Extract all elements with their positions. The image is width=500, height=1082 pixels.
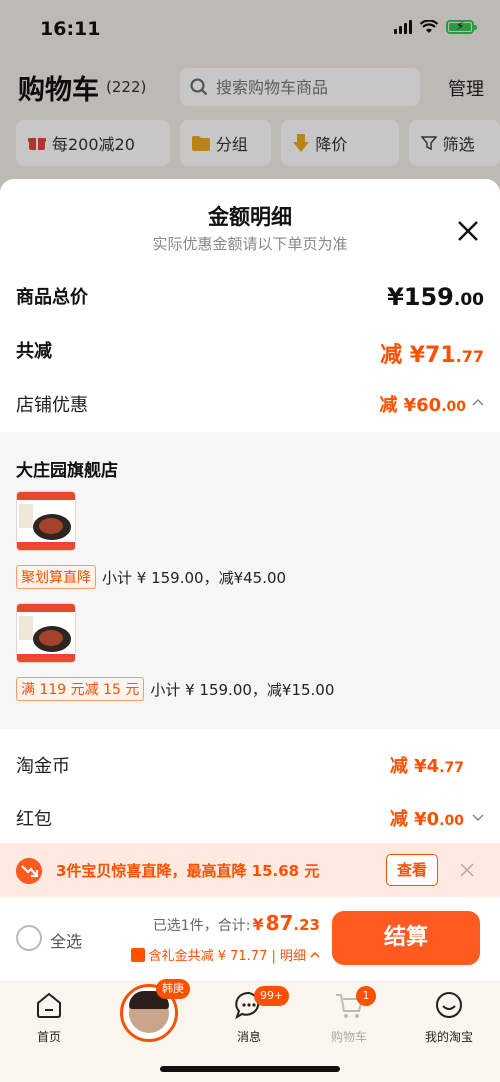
avatar-tag: 韩庚 bbox=[156, 979, 190, 999]
selected-count: 已选1件，合计: bbox=[152, 918, 251, 934]
tab-home[interactable]: 首页 bbox=[9, 990, 89, 1045]
promo-subtotal: 小计 ¥ 159.00，减¥45.00 bbox=[102, 568, 287, 587]
chevron-down-icon[interactable] bbox=[472, 811, 484, 823]
home-icon bbox=[37, 992, 61, 1018]
tab-my-taobao[interactable]: 我的淘宝 bbox=[409, 990, 489, 1045]
cart-badge: 1 bbox=[356, 986, 376, 1006]
close-icon[interactable] bbox=[456, 219, 480, 243]
tao-coin-label: 淘金币 bbox=[16, 756, 70, 777]
sheet-subtitle: 实际优惠金额请以下单页为准 bbox=[152, 235, 348, 253]
chevron-up-icon[interactable] bbox=[472, 397, 484, 409]
item-promo-line: 满 119 元减 15 元 小计 ¥ 159.00，减¥15.00 bbox=[16, 677, 334, 701]
shop-discount-value: 减 ¥60.00 bbox=[379, 395, 466, 416]
total-price-row: 商品总价 ¥159.00 bbox=[16, 283, 484, 313]
select-all-label[interactable]: 全选 bbox=[50, 928, 82, 952]
total-amount: 87.23 bbox=[265, 911, 320, 935]
total-currency: ¥ bbox=[252, 915, 264, 934]
tao-coin-value: 减 ¥4.77 bbox=[389, 756, 464, 777]
total-price-value: ¥159.00 bbox=[387, 283, 484, 311]
promo-tag: 聚划算直降 bbox=[16, 565, 96, 589]
shop-discount-label: 店铺优惠 bbox=[16, 395, 88, 416]
total-price-label: 商品总价 bbox=[16, 287, 88, 308]
amount-detail-sheet: 金额明细 实际优惠金额请以下单页为准 商品总价 ¥159.00 共减 减 ¥71… bbox=[0, 179, 500, 897]
messages-badge: 99+ bbox=[254, 986, 290, 1006]
gift-discount-detail[interactable]: 含礼金共减 ¥ 71.77 | 明细 bbox=[130, 945, 320, 964]
checkout-button[interactable]: 结算 bbox=[332, 911, 480, 965]
shop-discount-detail: 大庄园旗舰店 聚划算直降 小计 ¥ 159.00，减¥45.00 满 119 元… bbox=[0, 432, 500, 729]
red-packet-row[interactable]: 红包 减 ¥0.00 bbox=[16, 805, 484, 835]
sheet-title: 金额明细 bbox=[208, 205, 292, 229]
dim-overlay[interactable] bbox=[0, 0, 500, 200]
chevron-up-icon bbox=[310, 951, 320, 958]
select-all-checkbox[interactable] bbox=[16, 925, 42, 951]
shop-discount-row[interactable]: 店铺优惠 减 ¥60.00 bbox=[16, 391, 484, 421]
close-icon[interactable] bbox=[460, 863, 474, 877]
promo-subtotal: 小计 ¥ 159.00，减¥15.00 bbox=[150, 680, 335, 699]
total-reduction-label: 共减 bbox=[16, 341, 52, 362]
tab-label: 我的淘宝 bbox=[424, 1030, 473, 1044]
tab-label: 首页 bbox=[36, 1030, 61, 1044]
gift-card-icon bbox=[130, 947, 145, 962]
red-packet-label: 红包 bbox=[16, 809, 52, 830]
tab-label: 消息 bbox=[236, 1030, 261, 1044]
tao-coin-row: 淘金币 减 ¥4.77 bbox=[16, 752, 484, 782]
store-name: 大庄园旗舰店 bbox=[16, 461, 118, 481]
product-thumbnail bbox=[16, 491, 76, 551]
promo-tag: 满 119 元减 15 元 bbox=[16, 677, 145, 701]
view-button[interactable]: 查看 bbox=[386, 854, 438, 886]
price-drop-icon bbox=[16, 858, 42, 884]
total-reduction-row: 共减 减 ¥71.77 bbox=[16, 337, 484, 368]
banner-text: 3件宝贝惊喜直降，最高直降 15.68 元 bbox=[56, 862, 320, 880]
red-packet-value: 减 ¥0.00 bbox=[389, 809, 464, 830]
smile-icon bbox=[436, 992, 462, 1018]
price-drop-banner: 3件宝贝惊喜直降，最高直降 15.68 元 查看 bbox=[0, 843, 500, 897]
total-reduction-value: 减 ¥71.77 bbox=[380, 343, 484, 368]
product-thumbnail bbox=[16, 603, 76, 663]
total-summary: 已选1件，合计: ¥ 87.23 bbox=[153, 911, 320, 935]
home-indicator bbox=[160, 1066, 340, 1072]
tab-label: 购物车 bbox=[330, 1030, 367, 1044]
checkout-bar: 全选 已选1件，合计: ¥ 87.23 含礼金共减 ¥ 71.77 | 明细 结… bbox=[0, 897, 500, 981]
gift-discount-text: 含礼金共减 ¥ 71.77 | 明细 bbox=[148, 949, 306, 964]
item-promo-line: 聚划算直降 小计 ¥ 159.00，减¥45.00 bbox=[16, 565, 286, 589]
tab-cart[interactable]: 购物车 bbox=[309, 990, 389, 1045]
